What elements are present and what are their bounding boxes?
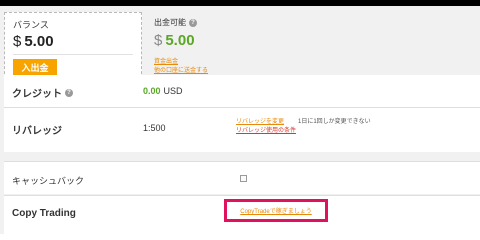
balance-card: バランス $5.00 入出金 <box>4 12 142 79</box>
balance-amount: $5.00 <box>13 33 54 50</box>
leverage-conditions-link[interactable]: リバレッジ使用の条件 <box>236 125 296 134</box>
withdrawable-card: 出金可能 ? $5.00 資金出金 他の口座に送金する <box>146 12 480 79</box>
withdrawable-header: 出金可能 ? <box>154 17 197 28</box>
copy-trading-label: Copy Trading <box>12 208 76 219</box>
copy-trade-link[interactable]: CopyTradeで稼ぎましょう <box>224 199 328 222</box>
cashback-label: キャッシュバック <box>12 176 85 186</box>
withdrawable-currency: $ <box>154 32 163 49</box>
credit-value: 0.00 USD <box>143 86 183 96</box>
balance-currency: $ <box>13 33 22 50</box>
balance-label: バランス <box>13 20 49 30</box>
change-leverage-link[interactable]: リバレッジを変更 <box>236 116 284 125</box>
withdrawable-value: 5.00 <box>165 32 195 49</box>
leverage-row: リバレッジ 1:500 リバレッジを変更 1日に1回しか変更できない リバレッジ… <box>4 108 480 152</box>
deposit-withdraw-button[interactable]: 入出金 <box>13 59 57 76</box>
cashback-checkbox[interactable] <box>240 175 247 182</box>
balance-divider <box>13 54 133 55</box>
credit-unit: USD <box>163 86 183 96</box>
leverage-note: 1日に1回しか変更できない <box>298 119 371 125</box>
copy-trading-row: Copy Trading CopyTradeで稼ぎましょう <box>4 196 480 234</box>
leverage-value: 1:500 <box>143 123 166 133</box>
credit-amount: 0.00 <box>143 86 161 96</box>
withdrawable-amount: $5.00 <box>154 32 195 49</box>
transfer-to-other-account-link[interactable]: 他の口座に送金する <box>154 65 208 74</box>
withdraw-funds-link[interactable]: 資金出金 <box>154 56 178 65</box>
withdrawable-label: 出金可能 <box>154 18 186 27</box>
credit-row: クレジット ? 0.00 USD <box>4 75 480 107</box>
info-icon[interactable]: ? <box>189 18 197 27</box>
cashback-row: キャッシュバック <box>4 162 480 194</box>
balance-value: 5.00 <box>24 33 54 50</box>
info-icon[interactable]: ? <box>65 88 73 97</box>
credit-label-group: クレジット ? <box>12 85 73 100</box>
credit-label: クレジット <box>12 89 62 100</box>
leverage-label: リバレッジ <box>12 126 62 137</box>
